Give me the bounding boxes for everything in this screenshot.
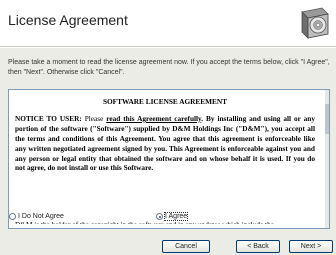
license-scrollbar[interactable] — [325, 90, 329, 228]
instructions-text: Please take a moment to read the license… — [8, 59, 330, 76]
license-next-line: D&M is the holder of the copyright in th… — [15, 220, 315, 224]
back-button[interactable]: < Back — [236, 240, 280, 253]
header-panel: License Agreement — [0, 0, 336, 46]
license-title: SOFTWARE LICENSE AGREEMENT — [102, 97, 228, 106]
radio-agree[interactable]: I Agree — [156, 212, 189, 221]
radio-do-not-agree[interactable]: I Do Not Agree — [9, 213, 64, 220]
license-read-link: read this Agreement carefully — [106, 113, 202, 123]
installer-cd-box-icon — [301, 7, 329, 39]
next-button[interactable]: Next > — [289, 240, 333, 253]
license-please: Please — [84, 113, 104, 123]
license-notice-lead: NOTICE TO USER: — [15, 113, 82, 123]
scrollbar-thumb[interactable] — [325, 104, 329, 134]
radio-circle-agree[interactable] — [156, 213, 163, 220]
cancel-button[interactable]: Cancel — [162, 240, 210, 253]
license-body: NOTICE TO USER: Please read this Agreeme… — [15, 114, 315, 173]
header-divider-highlight — [0, 47, 336, 48]
radio-circle-disagree[interactable] — [9, 213, 16, 220]
radio-label-agree: I Agree — [163, 212, 189, 221]
radio-label-disagree: I Do Not Agree — [18, 213, 64, 220]
page-title: License Agreement — [8, 12, 128, 28]
license-textbox[interactable]: SOFTWARE LICENSE AGREEMENT NOTICE TO USE… — [8, 89, 330, 229]
license-content: SOFTWARE LICENSE AGREEMENT NOTICE TO USE… — [15, 97, 315, 173]
